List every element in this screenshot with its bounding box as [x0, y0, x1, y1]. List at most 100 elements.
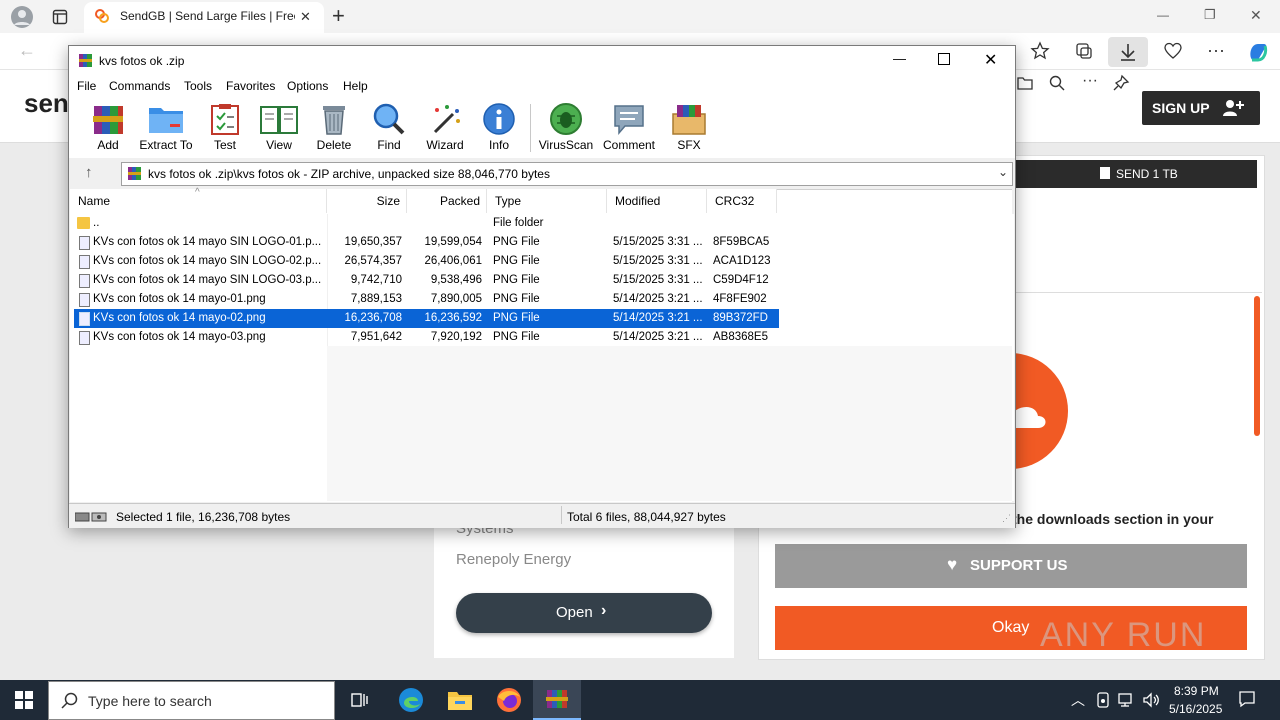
column-packed-label: Packed — [439, 194, 480, 208]
new-tab-button[interactable]: + — [332, 3, 345, 29]
table-row[interactable]: KVs con fotos ok 14 mayo-03.png 7,951,64… — [74, 328, 779, 347]
column-name-label: Name — [78, 194, 111, 208]
file-explorer-taskbar-icon[interactable] — [447, 689, 473, 711]
taskbar-search-box[interactable]: Type here to search — [48, 681, 335, 720]
table-row[interactable]: KVs con fotos ok 14 mayo-01.png 7,889,15… — [74, 290, 779, 309]
network-icon[interactable] — [1118, 692, 1136, 708]
toolbar-extract-button[interactable]: Extract To — [138, 102, 194, 154]
support-us-label: SUPPORT US — [970, 557, 1068, 574]
signup-button[interactable]: SIGN UP — [1142, 91, 1260, 125]
column-header-crc32[interactable]: CRC32 — [707, 189, 777, 213]
toolbar-find-label: Find — [377, 138, 401, 152]
tray-chevron-up-icon[interactable]: ︿ — [1071, 690, 1085, 710]
toolbar-delete-button[interactable]: Delete — [306, 102, 362, 154]
winrar-taskbar-button[interactable] — [533, 680, 581, 720]
column-header-modified[interactable]: Modified — [607, 189, 707, 213]
tab-actions-icon[interactable] — [52, 9, 68, 25]
site-search-icon[interactable] — [1048, 74, 1066, 92]
back-arrow-icon[interactable]: ← — [18, 40, 36, 61]
tray-device-icon[interactable] — [1096, 692, 1110, 708]
toolbar-wizard-button[interactable]: Wizard — [417, 102, 473, 154]
table-row[interactable]: KVs con fotos ok 14 mayo SIN LOGO-02.p..… — [74, 252, 779, 271]
column-header-name[interactable]: Name ^ — [70, 187, 327, 213]
firefox-taskbar-icon[interactable] — [496, 687, 522, 713]
delete-trash-icon — [323, 106, 345, 135]
png-file-icon — [79, 274, 90, 288]
menu-favorites[interactable]: Favorites — [226, 79, 275, 93]
toolbar-virusscan-button[interactable]: VirusScan — [538, 102, 594, 154]
scrollbar-thumb[interactable] — [1254, 296, 1260, 436]
list-item-parent-folder[interactable]: .. File folder — [74, 214, 779, 233]
collections-icon[interactable] — [1074, 41, 1094, 61]
settings-more-icon[interactable]: ··· — [1207, 40, 1225, 61]
start-windows-icon[interactable] — [15, 691, 33, 709]
winrar-maximize-button[interactable] — [938, 53, 950, 65]
support-us-button[interactable]: ♥ SUPPORT US — [775, 544, 1247, 588]
toolbar-add-button[interactable]: Add — [80, 102, 136, 154]
menu-file[interactable]: File — [77, 79, 96, 93]
sort-chevron-up-icon: ^ — [195, 187, 200, 198]
up-arrow-icon[interactable]: ↑ — [85, 164, 93, 181]
row-crc: ACA1D123 — [713, 255, 771, 267]
menu-tools[interactable]: Tools — [184, 79, 212, 93]
menu-options[interactable]: Options — [287, 79, 328, 93]
row-type: PNG File — [493, 331, 540, 343]
path-combobox[interactable]: kvs fotos ok .zip\kvs fotos ok - ZIP arc… — [121, 162, 1013, 186]
find-magnifier-icon — [373, 103, 405, 135]
downloads-button[interactable] — [1108, 37, 1148, 67]
png-file-icon — [79, 312, 90, 326]
task-view-icon[interactable] — [350, 690, 370, 710]
toolbar-view-button[interactable]: View — [251, 102, 307, 154]
row-size: 19,650,357 — [344, 236, 402, 248]
open-button[interactable]: Open › — [456, 593, 712, 633]
chevron-down-icon[interactable]: ⌄ — [998, 165, 1008, 179]
site-logo[interactable]: sen — [24, 88, 69, 119]
site-folder-icon[interactable] — [1016, 74, 1034, 92]
site-more-icon[interactable]: ··· — [1082, 72, 1098, 90]
status-total: Total 6 files, 88,044,927 bytes — [567, 510, 726, 524]
table-row-selected[interactable]: KVs con fotos ok 14 mayo-02.png 16,236,7… — [74, 309, 779, 328]
row-crc: AB8368E5 — [713, 331, 768, 343]
clock-time[interactable]: 8:39 PM — [1174, 684, 1219, 698]
copilot-icon[interactable] — [1246, 40, 1270, 64]
column-header-size[interactable]: Size — [327, 189, 407, 213]
browser-essentials-icon[interactable] — [1163, 41, 1183, 61]
table-row[interactable]: KVs con fotos ok 14 mayo SIN LOGO-03.p..… — [74, 271, 779, 290]
row-name: .. — [93, 217, 100, 229]
column-header-packed[interactable]: Packed — [407, 189, 487, 213]
menu-help[interactable]: Help — [343, 79, 368, 93]
window-minimize-button[interactable]: — — [1157, 8, 1169, 22]
window-close-button[interactable]: ✕ — [1250, 7, 1262, 24]
sendgb-favicon-icon — [94, 8, 110, 24]
toolbar-comment-button[interactable]: Comment — [601, 102, 657, 154]
winrar-close-button[interactable]: ✕ — [984, 50, 997, 70]
column-header-type[interactable]: Type — [487, 189, 607, 213]
favorites-star-icon[interactable] — [1030, 41, 1050, 61]
menu-commands[interactable]: Commands — [109, 79, 170, 93]
tab-close-icon[interactable]: ✕ — [300, 9, 311, 25]
toolbar-info-button[interactable]: Info — [471, 102, 527, 154]
toolbar-test-button[interactable]: Test — [197, 102, 253, 154]
toolbar-delete-label: Delete — [316, 138, 352, 152]
winrar-minimize-button[interactable]: — — [893, 51, 906, 66]
site-pin-icon[interactable] — [1112, 74, 1130, 92]
row-type: PNG File — [493, 293, 540, 305]
table-row[interactable]: KVs con fotos ok 14 mayo SIN LOGO-01.p..… — [74, 233, 779, 252]
toolbar-extract-label: Extract To — [139, 138, 193, 152]
edge-taskbar-icon[interactable] — [398, 687, 424, 713]
cloud-logo-icon — [1010, 346, 1070, 476]
clock-date[interactable]: 5/16/2025 — [1169, 702, 1222, 716]
png-file-icon — [79, 255, 90, 269]
send-1tb-button[interactable]: SEND 1 TB — [1016, 160, 1257, 188]
winrar-app-icon — [78, 53, 93, 68]
toolbar-find-button[interactable]: Find — [361, 102, 417, 154]
toolbar-sfx-button[interactable]: SFX — [661, 102, 717, 154]
row-size: 7,951,642 — [350, 331, 402, 343]
window-restore-button[interactable]: ❐ — [1204, 7, 1216, 23]
resize-grip-icon[interactable]: ⋰ — [1002, 513, 1011, 524]
extract-folder-icon — [149, 108, 183, 133]
notification-icon[interactable] — [1238, 690, 1256, 708]
png-file-icon — [79, 331, 90, 345]
profile-icon[interactable] — [10, 5, 34, 29]
volume-icon[interactable] — [1142, 692, 1160, 708]
